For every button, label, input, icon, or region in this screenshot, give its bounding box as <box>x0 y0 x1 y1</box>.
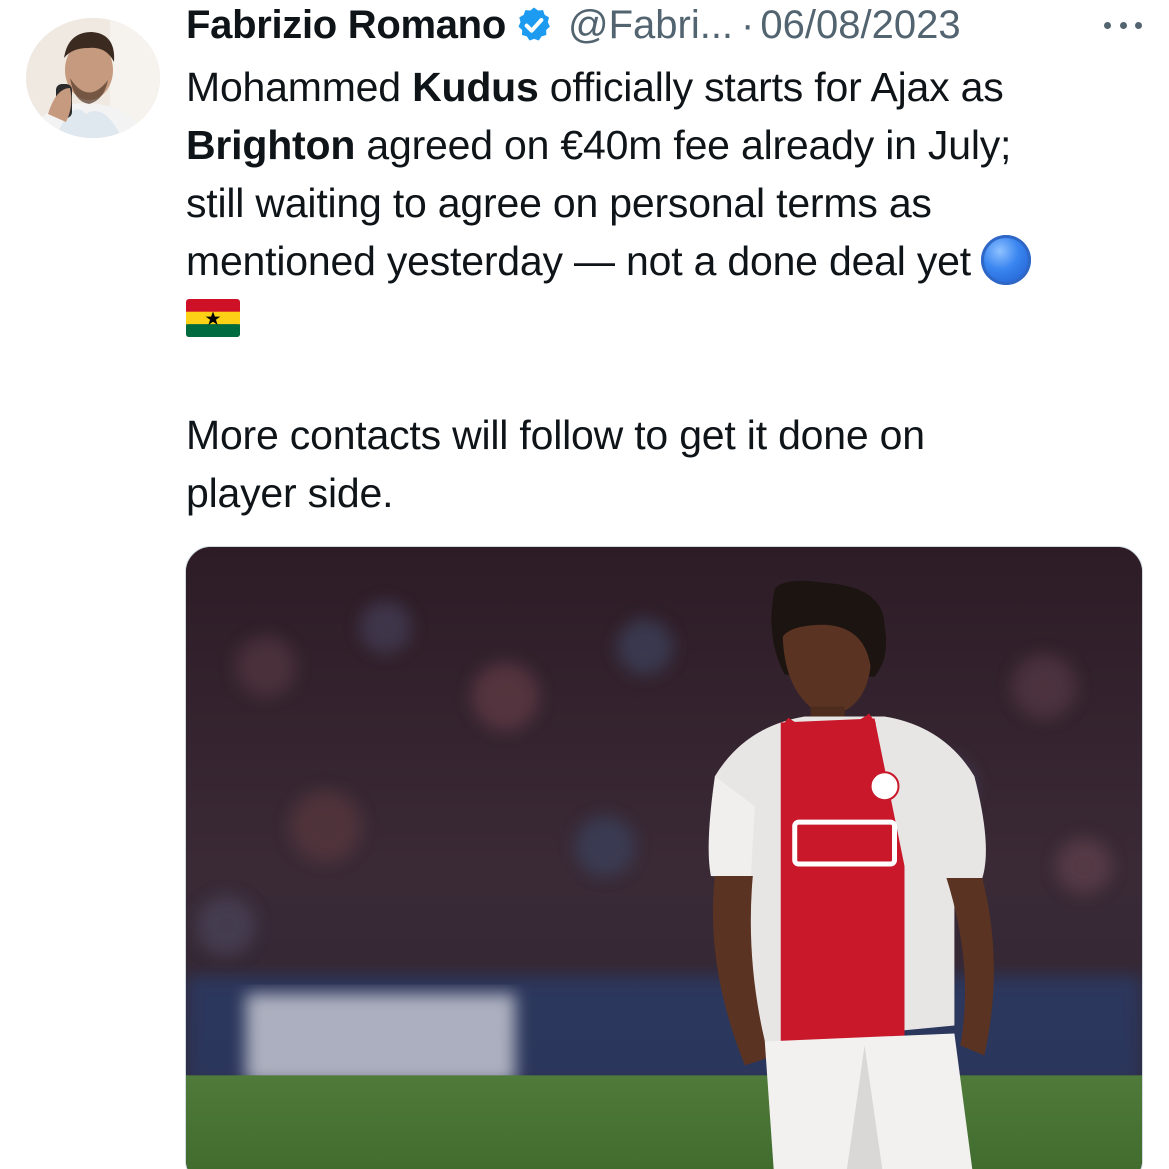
tweet-line: Brighton agreed on €40m fee already in J… <box>186 116 1146 174</box>
tweet-line: Mohammed Kudus officially starts for Aja… <box>186 58 1146 116</box>
text-segment: agreed on €40m fee already in July; <box>355 122 1012 168</box>
text-segment: mentioned yesterday — not a done deal ye… <box>186 238 971 284</box>
text-segment: officially starts for Ajax as <box>538 64 1004 110</box>
more-options-icon[interactable] <box>1100 12 1146 38</box>
text-segment: Mohammed <box>186 64 413 110</box>
tweet-timestamp[interactable]: 06/08/2023 <box>760 2 960 48</box>
author-handle[interactable]: @Fabri... <box>568 2 733 48</box>
avatar-image <box>26 18 160 138</box>
verified-badge-icon <box>514 5 554 45</box>
bold-text-segment: Kudus <box>412 64 539 110</box>
tweet-text: Mohammed Kudus officially starts for Aja… <box>186 58 1146 522</box>
author-name[interactable]: Fabrizio Romano <box>186 2 506 48</box>
header-separator: · <box>741 3 755 47</box>
text-segment: still waiting to agree on personal terms… <box>186 180 932 226</box>
blue-circle-emoji-icon <box>980 235 1031 285</box>
tweet-media-photo[interactable] <box>185 546 1143 1169</box>
ghana-flag-emoji-icon <box>186 299 240 337</box>
tweet-header: Fabrizio Romano @Fabri... · 06/08/2023 <box>186 2 1146 48</box>
tweet-line: More contacts will follow to get it done… <box>186 406 1146 464</box>
tweet-line: player side. <box>186 464 1146 522</box>
player-photo <box>186 547 1142 1169</box>
text-segment: More contacts will follow to get it done… <box>186 412 925 458</box>
tweet-line: still waiting to agree on personal terms… <box>186 174 1146 232</box>
avatar[interactable] <box>26 18 160 138</box>
tweet-line <box>186 290 1146 348</box>
text-segment: player side. <box>186 470 394 516</box>
tweet-line: mentioned yesterday — not a done deal ye… <box>186 232 1146 290</box>
bold-text-segment: Brighton <box>186 122 356 168</box>
